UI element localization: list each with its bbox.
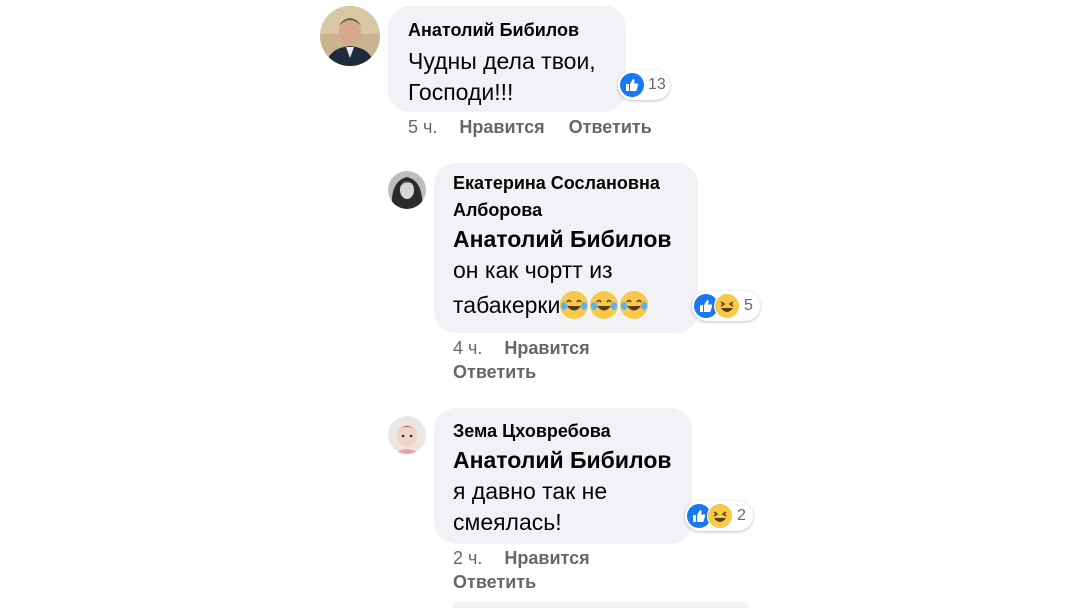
reaction-count: 13 (648, 76, 666, 93)
comment-text-line: он как чортт из (453, 257, 613, 283)
avatar[interactable] (388, 171, 426, 209)
avatar-photo-icon (388, 171, 426, 209)
comment-author[interactable]: Зема Цховребова (453, 418, 673, 445)
reply-button[interactable]: Ответить (453, 362, 536, 382)
comment-author[interactable]: Екатерина Сослановна Алборова (453, 170, 679, 224)
reaction-summary[interactable]: 2 (685, 501, 753, 531)
reaction-summary[interactable]: 5 (692, 291, 760, 321)
comment-author[interactable]: Анатолий Бибилов (408, 17, 606, 44)
tears-of-joy-emoji (620, 291, 649, 319)
reaction-count: 5 (744, 297, 753, 314)
avatar[interactable] (388, 416, 426, 454)
next-comment-bubble-edge (452, 602, 748, 608)
comment-text-line: табакерки (453, 286, 679, 324)
comment-text-line: Чудны дела твои, (408, 48, 596, 74)
avatar[interactable] (320, 6, 380, 66)
reaction-summary[interactable]: 13 (618, 70, 670, 100)
like-button[interactable]: Нравится (459, 117, 544, 137)
comment-time[interactable]: 4 ч. (453, 338, 482, 358)
tears-of-joy-emoji (590, 291, 619, 319)
tears-of-joy-emoji (560, 291, 589, 319)
like-button[interactable]: Нравится (504, 548, 589, 568)
comment-time[interactable]: 5 ч. (408, 117, 437, 137)
comment-actions: 2 ч. Нравится Ответить (453, 546, 653, 594)
reply-button[interactable]: Ответить (569, 117, 652, 137)
mention-link[interactable]: Анатолий Бибилов (453, 224, 679, 255)
comment-author-line: Алборова (453, 200, 543, 220)
reply-button[interactable]: Ответить (453, 572, 536, 592)
comment-text: Чудны дела твои, Господи!!! (408, 46, 606, 108)
comment-author-line: Екатерина Сослановна (453, 173, 660, 193)
comment-time[interactable]: 2 ч. (453, 548, 482, 568)
comment-text-line: Господи!!! (408, 79, 514, 105)
comment-text: он как чортт из табакерки (453, 255, 679, 324)
comment-bubble: Екатерина Сослановна Алборова Анатолий Б… (434, 163, 698, 333)
like-icon (620, 73, 644, 97)
haha-icon (707, 503, 733, 529)
comment-bubble: Зема Цховребова Анатолий Бибилов я давно… (434, 408, 692, 544)
haha-icon (714, 293, 740, 319)
comment-text-line: смеялась! (453, 509, 562, 535)
like-button[interactable]: Нравится (504, 338, 589, 358)
reaction-count: 2 (737, 507, 746, 524)
avatar-photo-icon (388, 416, 426, 454)
comment-actions: 5 ч. Нравится Ответить (408, 115, 676, 139)
comment-text-line: я давно так не (453, 478, 608, 504)
avatar-photo-icon (320, 6, 380, 66)
mention-link[interactable]: Анатолий Бибилов (453, 445, 673, 476)
comment-text-segment: табакерки (453, 292, 561, 318)
comment-bubble: Анатолий Бибилов Чудны дела твои, Господ… (388, 6, 626, 112)
comment-text: я давно так не смеялась! (453, 476, 673, 538)
comment-actions: 4 ч. Нравится Ответить (453, 336, 653, 384)
